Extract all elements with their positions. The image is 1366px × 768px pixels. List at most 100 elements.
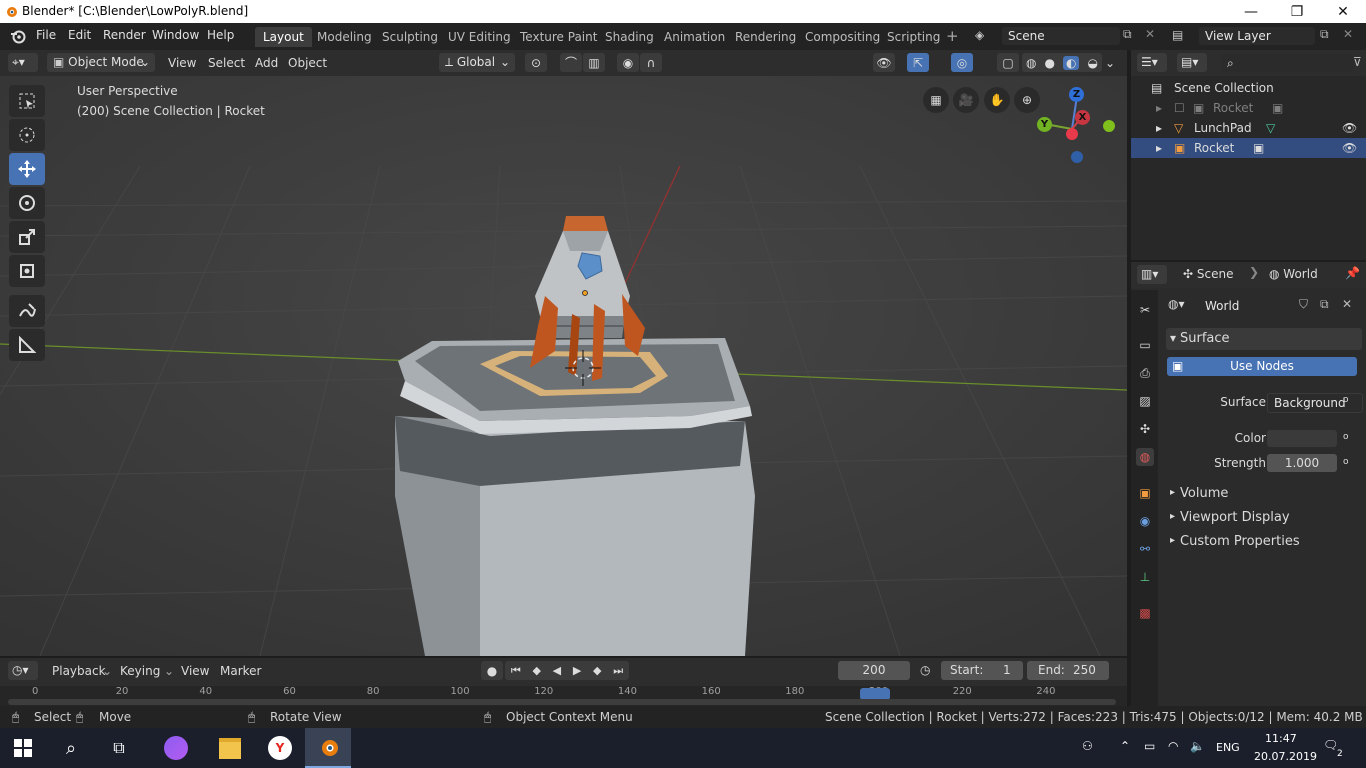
play-icon[interactable]: ▶	[573, 664, 581, 677]
color-swatch[interactable]	[1267, 430, 1337, 447]
menu-view[interactable]: View	[168, 56, 196, 70]
prev-keyframe-icon[interactable]: ◆	[532, 664, 540, 677]
outliner-row-rocket-collection[interactable]: ▸ ☐ ▣ Rocket ▣	[1131, 98, 1366, 118]
outliner-row-rocket[interactable]: ▸ ▣ Rocket ▣ 👁	[1131, 138, 1366, 158]
socket-icon[interactable]: o	[1343, 457, 1349, 467]
new-view-layer-icon[interactable]: ⧉	[1320, 27, 1329, 42]
menu-select[interactable]: Select	[208, 56, 245, 70]
wifi-icon[interactable]: ◠	[1168, 739, 1178, 753]
visibility-icon[interactable]: 👁	[873, 53, 895, 72]
checkbox-icon[interactable]: ☐	[1174, 98, 1185, 118]
battery-icon[interactable]: ▭	[1144, 739, 1155, 753]
clock-time[interactable]: 11:47	[1265, 732, 1297, 745]
blender-menu-icon[interactable]	[10, 28, 26, 44]
xray-toggle-icon[interactable]: ▢	[997, 53, 1019, 72]
record-icon[interactable]: ●	[481, 661, 503, 680]
transform-tool-icon[interactable]	[9, 255, 45, 287]
outliner-row-lunchpad[interactable]: ▸ ▽ LunchPad ▽ 👁	[1131, 118, 1366, 138]
menu-edit[interactable]: Edit	[68, 28, 91, 42]
world-name-field[interactable]: World	[1199, 297, 1300, 315]
camera-view-icon[interactable]: 🎥	[953, 87, 979, 113]
orientation-dropdown[interactable]: ⟂ Global ⌄	[439, 53, 515, 72]
scene-properties-icon[interactable]: ✣	[1136, 420, 1154, 438]
jump-start-icon[interactable]: ⏮	[511, 664, 521, 678]
tab-scripting[interactable]: Scripting	[879, 27, 948, 47]
volume-icon[interactable]: 🔈	[1190, 739, 1205, 753]
texture-properties-icon[interactable]: ▩	[1136, 604, 1154, 622]
object-data-properties-icon[interactable]: ⊥	[1136, 568, 1154, 586]
render-properties-icon[interactable]: ▭	[1136, 336, 1154, 354]
eye-icon[interactable]: 👁	[1342, 118, 1357, 138]
tab-layout[interactable]: Layout	[255, 27, 312, 47]
expand-arrow-icon[interactable]: ▸	[1156, 118, 1162, 138]
menu-add[interactable]: Add	[255, 56, 278, 70]
expand-arrow-icon[interactable]: ▸	[1156, 98, 1162, 118]
timeline-editor-type-icon[interactable]: ◷▾	[8, 661, 38, 680]
pin-icon[interactable]: 📌	[1345, 266, 1360, 280]
mode-dropdown[interactable]: ▣ Object Mode ⌄	[47, 53, 155, 72]
falloff-icon[interactable]: ∩	[640, 53, 662, 72]
3d-viewport[interactable]: User Perspective (200) Scene Collection …	[0, 76, 1127, 656]
notification-icon[interactable]: 🗨	[1323, 738, 1338, 752]
unlink-world-icon[interactable]: ✕	[1342, 297, 1352, 311]
close-button[interactable]: ✕	[1320, 0, 1366, 23]
wireframe-shading-icon[interactable]: ◍	[1026, 56, 1036, 70]
task-view-icon[interactable]: ⧉	[96, 728, 142, 768]
search-icon[interactable]: ⌕	[48, 728, 94, 768]
annotate-tool-icon[interactable]	[9, 295, 45, 327]
measure-tool-icon[interactable]	[9, 329, 45, 361]
properties-editor-type-icon[interactable]: ▥▾	[1137, 265, 1167, 284]
grid-view-icon[interactable]: ▦	[923, 87, 949, 113]
scene-name-field[interactable]: Scene	[1002, 27, 1120, 45]
scale-tool-icon[interactable]	[9, 221, 45, 253]
viewport-display-panel-header[interactable]: ▸ Viewport Display	[1166, 509, 1362, 529]
scene-breadcrumb[interactable]: ✣ Scene	[1183, 267, 1233, 281]
filter-icon[interactable]: ⊽	[1353, 55, 1362, 69]
output-properties-icon[interactable]: ⎙	[1136, 364, 1154, 382]
tab-animation[interactable]: Animation	[656, 27, 733, 47]
menu-playback[interactable]: Playback	[52, 664, 106, 678]
tab-sculpting[interactable]: Sculpting	[374, 27, 446, 47]
language-indicator[interactable]: ENG	[1216, 741, 1240, 754]
minimize-button[interactable]: —	[1228, 0, 1274, 23]
tray-expand-icon[interactable]: ⌃	[1120, 739, 1130, 753]
tab-shading[interactable]: Shading	[597, 27, 662, 47]
frame-ruler[interactable]: 020406080100120140160180200220240	[0, 686, 1127, 706]
material-shading-icon[interactable]: ◐	[1063, 55, 1080, 70]
tab-texture-paint[interactable]: Texture Paint	[512, 27, 605, 47]
constraints-properties-icon[interactable]: ⚯	[1136, 540, 1154, 558]
outliner-editor-type-icon[interactable]: ☰▾	[1137, 53, 1167, 72]
delete-scene-icon[interactable]: ✕	[1145, 27, 1155, 41]
gizmo-y-axis[interactable]: Y	[1037, 117, 1052, 132]
new-scene-icon[interactable]: ⧉	[1123, 27, 1132, 42]
current-frame-field[interactable]: 200	[838, 661, 910, 680]
outliner-row-scene-collection[interactable]: ▤ Scene Collection	[1131, 78, 1366, 98]
preview-range-icon[interactable]: ◷	[920, 663, 930, 677]
view-layer-properties-icon[interactable]: ▨	[1136, 392, 1154, 410]
scene-selector-icon[interactable]: ◈	[975, 28, 997, 44]
gizmo-x-axis[interactable]: X	[1075, 110, 1090, 125]
solid-shading-icon[interactable]: ●	[1045, 56, 1055, 70]
menu-help[interactable]: Help	[207, 28, 234, 42]
use-nodes-button[interactable]: ▣ Use Nodes	[1167, 357, 1357, 376]
next-keyframe-icon[interactable]: ◆	[593, 664, 601, 677]
eye-icon[interactable]: 👁	[1342, 138, 1357, 158]
tool-settings-icon[interactable]: ✂	[1136, 301, 1154, 319]
world-browse-icon[interactable]: ◍▾	[1168, 297, 1188, 315]
blender-taskbar-icon[interactable]	[305, 728, 351, 768]
volume-panel-header[interactable]: ▸ Volume	[1166, 485, 1362, 505]
gizmo-toggle-icon[interactable]: ⇱	[907, 53, 929, 72]
rendered-shading-icon[interactable]: ◒	[1088, 56, 1098, 70]
view-layer-icon[interactable]: ▤	[1172, 28, 1183, 42]
move-tool-icon[interactable]	[9, 153, 45, 185]
physics-properties-icon[interactable]: ◉	[1136, 512, 1154, 530]
delete-view-layer-icon[interactable]: ✕	[1343, 27, 1353, 41]
alice-assistant-icon[interactable]	[153, 728, 199, 768]
tab-uv-editing[interactable]: UV Editing	[440, 27, 519, 47]
tab-modeling[interactable]: Modeling	[309, 27, 380, 47]
menu-marker[interactable]: Marker	[220, 664, 261, 678]
pivot-point-icon[interactable]: ⊙	[525, 53, 547, 72]
shading-options-icon[interactable]: ⌄	[1105, 56, 1115, 70]
world-breadcrumb[interactable]: ◍ World	[1269, 267, 1318, 281]
tab-rendering[interactable]: Rendering	[727, 27, 804, 47]
